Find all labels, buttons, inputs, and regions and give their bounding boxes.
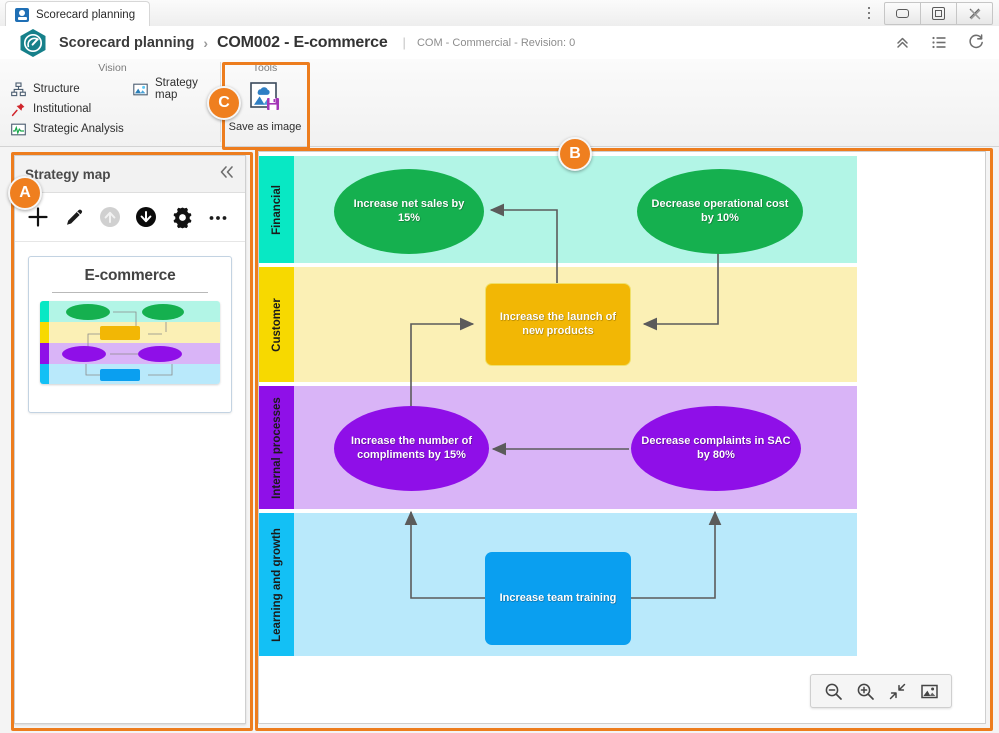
move-up-button[interactable] [95, 202, 125, 232]
panel-collapse-button[interactable] [219, 165, 235, 183]
thumbnail-node [142, 304, 184, 320]
structure-icon [11, 81, 26, 97]
save-as-image-label: Save as image [228, 121, 302, 133]
callout-badge-a: A [8, 176, 42, 210]
pin-icon [11, 102, 26, 117]
ribbon-item-institutional-label: Institutional [33, 103, 92, 115]
strategy-map-canvas[interactable]: Financial Customer Internal processes Le… [258, 151, 986, 724]
close-icon [969, 8, 981, 20]
ribbon-item-strategic-analysis[interactable]: Strategic Analysis [5, 119, 125, 139]
canvas-zoom-controls [810, 674, 952, 708]
node-label: Increase team training [499, 591, 617, 604]
lane-tab-learning-and-growth: Learning and growth [259, 513, 294, 656]
lane-tab-customer: Customer [259, 267, 294, 382]
zoom-out-button[interactable] [819, 679, 847, 703]
thumbnail-node [100, 326, 140, 340]
ribbon-item-strategic-analysis-label: Strategic Analysis [33, 123, 124, 135]
thumbnail-node [100, 369, 140, 381]
node-label: Increase the number of compliments by 15… [350, 434, 473, 461]
thumbnail-node [66, 304, 110, 320]
lane-tab-financial: Financial [259, 156, 294, 263]
card-divider [52, 292, 208, 293]
node-increase-team-training[interactable]: Increase team training [485, 552, 631, 645]
callout-badge-b: B [558, 137, 592, 171]
ribbon-group-tools-title: Tools [252, 62, 278, 74]
ribbon-group-vision-title: Vision [98, 62, 127, 74]
node-label: Increase the launch of new products [499, 310, 617, 337]
card-title: E-commerce [84, 267, 176, 284]
revision-meta: COM - Commercial - Revision: 0 [416, 36, 576, 49]
lane-label: Learning and growth [270, 527, 283, 642]
browser-tab[interactable]: Scorecard planning [5, 1, 151, 27]
node-label: Decrease complaints in SAC by 80% [641, 434, 791, 461]
thumbnail-node [138, 346, 182, 362]
ribbon-group-vision: Vision Structure Institutional Strategic… [5, 62, 221, 142]
node-decrease-operational-cost[interactable]: Decrease operational cost by 10% [637, 169, 803, 254]
move-down-button[interactable] [131, 202, 161, 232]
window-controls [884, 2, 993, 25]
save-as-image-icon [248, 81, 282, 118]
callout-badge-c: C [207, 86, 241, 120]
edit-button[interactable] [59, 202, 89, 232]
strategy-map-icon [133, 82, 148, 97]
fit-to-screen-button[interactable] [883, 679, 911, 703]
strategy-map-panel: Strategy map E-commerce [14, 155, 246, 724]
lane-tab-internal-processes: Internal processes [259, 386, 294, 509]
minimize-button[interactable] [884, 2, 921, 25]
node-label: Decrease operational cost by 10% [651, 197, 789, 224]
ribbon-item-structure-label: Structure [33, 83, 80, 95]
application-window: Scorecard planning Scorecard planning › … [0, 0, 999, 733]
scorecard-hexagon-logo [18, 28, 48, 58]
panel-header: Strategy map [15, 156, 245, 193]
more-options-button[interactable] [203, 202, 233, 232]
app-header: Scorecard planning › COM002 - E-commerce… [0, 26, 999, 60]
breadcrumb-app[interactable]: Scorecard planning [59, 35, 194, 51]
collapse-ribbon-icon[interactable] [893, 34, 911, 52]
thumbnail-node [62, 346, 106, 362]
kebab-menu-icon[interactable] [861, 4, 877, 22]
breadcrumb-separator-icon: › [203, 34, 209, 51]
node-increase-compliments[interactable]: Increase the number of compliments by 15… [334, 406, 489, 491]
list-view-icon[interactable] [930, 34, 948, 52]
node-increase-net-sales[interactable]: Increase net sales by 15% [334, 169, 484, 254]
strategic-analysis-icon [11, 122, 26, 137]
zoom-in-button[interactable] [851, 679, 879, 703]
close-button[interactable] [957, 2, 993, 25]
refresh-icon[interactable] [967, 34, 985, 52]
lane-label: Financial [270, 184, 283, 235]
lane-label: Internal processes [270, 396, 283, 499]
ribbon-toolbar: Vision Structure Institutional Strategic… [0, 59, 999, 147]
strategy-map-thumbnail [40, 301, 220, 384]
node-increase-launch-new-products[interactable]: Increase the launch of new products [485, 283, 631, 366]
tab-title: Scorecard planning [36, 8, 136, 21]
page-title: COM002 - E-commerce [217, 33, 388, 51]
window-titlebar: Scorecard planning [0, 0, 999, 27]
image-export-button[interactable] [915, 679, 943, 703]
strategy-map-card[interactable]: E-commerce [28, 256, 232, 413]
ribbon-item-structure[interactable]: Structure [5, 79, 125, 99]
ribbon-item-institutional[interactable]: Institutional [5, 99, 125, 119]
maximize-button[interactable] [921, 2, 957, 25]
header-actions [893, 34, 985, 52]
app-favicon [15, 7, 29, 22]
header-divider: | [402, 35, 406, 50]
panel-title: Strategy map [25, 166, 111, 182]
panel-toolbar [15, 193, 245, 242]
lane-label: Customer [270, 297, 283, 352]
node-label: Increase net sales by 15% [353, 197, 465, 224]
settings-button[interactable] [167, 202, 197, 232]
node-decrease-complaints-sac[interactable]: Decrease complaints in SAC by 80% [631, 406, 801, 491]
